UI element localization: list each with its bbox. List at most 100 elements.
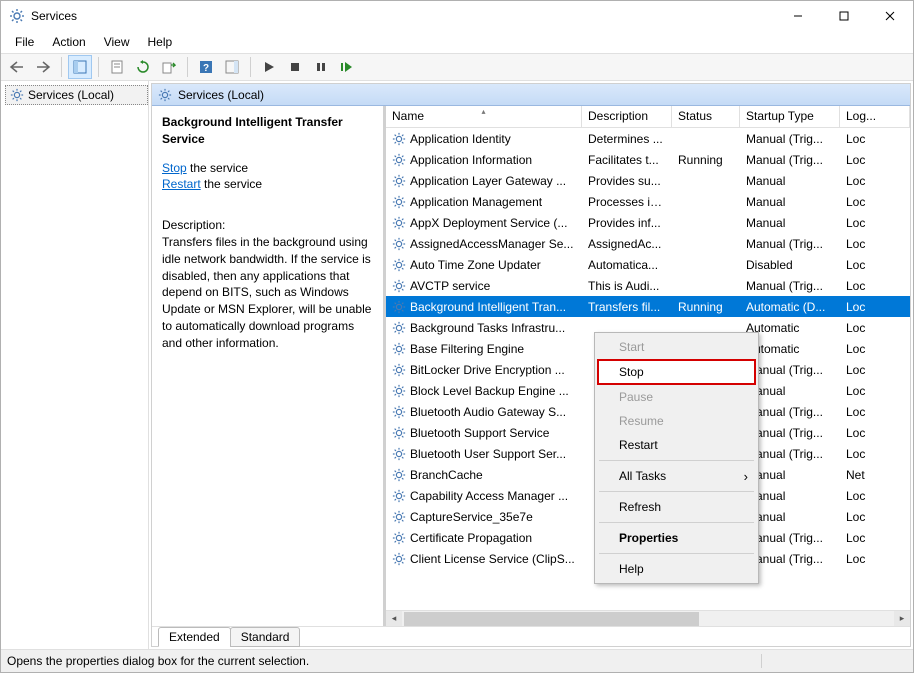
gear-icon (392, 531, 406, 545)
service-name: AppX Deployment Service (... (410, 216, 567, 230)
service-logon: Loc (840, 195, 910, 209)
context-menu-item-pause: Pause (597, 385, 756, 409)
service-logon: Loc (840, 510, 910, 524)
gear-icon (392, 300, 406, 314)
restart-service-button[interactable] (335, 55, 359, 79)
service-logon: Loc (840, 363, 910, 377)
main-header: Services (Local) (152, 84, 910, 106)
context-menu-item-properties[interactable]: Properties (597, 526, 756, 550)
help-button[interactable]: ? (194, 55, 218, 79)
service-startup-type: Manual (Trig... (740, 237, 840, 251)
tree-root[interactable]: Services (Local) (5, 85, 148, 105)
statusbar: Opens the properties dialog box for the … (1, 650, 913, 672)
start-service-button[interactable] (257, 55, 281, 79)
service-startup-type: Manual (Trig... (740, 153, 840, 167)
service-logon: Loc (840, 153, 910, 167)
service-logon: Loc (840, 426, 910, 440)
list-header: ▴Name Description Status Startup Type Lo… (386, 106, 910, 128)
column-status[interactable]: Status (672, 106, 740, 127)
service-startup-type: Automatic (D... (740, 300, 840, 314)
service-name: BranchCache (410, 468, 483, 482)
service-logon: Loc (840, 489, 910, 503)
close-button[interactable] (867, 1, 913, 31)
detail-pane: Background Intelligent Transfer Service … (152, 106, 386, 626)
maximize-button[interactable] (821, 1, 867, 31)
restart-link[interactable]: Restart (162, 177, 201, 191)
menu-action[interactable]: Action (44, 33, 93, 51)
service-row[interactable]: Application IdentityDetermines ...Manual… (386, 128, 910, 149)
column-startup-type[interactable]: Startup Type (740, 106, 840, 127)
gear-icon (392, 195, 406, 209)
pause-service-button[interactable] (309, 55, 333, 79)
context-menu-item-all-tasks[interactable]: All Tasks (597, 464, 756, 488)
service-logon: Loc (840, 216, 910, 230)
stop-service-button[interactable] (283, 55, 307, 79)
menu-file[interactable]: File (7, 33, 42, 51)
context-menu-item-refresh[interactable]: Refresh (597, 495, 756, 519)
service-name: BitLocker Drive Encryption ... (410, 363, 565, 377)
column-log-on-as[interactable]: Log... (840, 106, 910, 127)
back-button[interactable] (5, 55, 29, 79)
context-menu-item-help[interactable]: Help (597, 557, 756, 581)
scroll-right-button[interactable]: ▸ (894, 611, 910, 627)
stop-link[interactable]: Stop (162, 161, 187, 175)
service-name: Certificate Propagation (410, 531, 532, 545)
main-header-label: Services (Local) (178, 88, 264, 102)
app-icon (9, 8, 25, 24)
service-row[interactable]: Application InformationFacilitates t...R… (386, 149, 910, 170)
service-row[interactable]: Auto Time Zone UpdaterAutomatica...Disab… (386, 254, 910, 275)
toolbar-separator (187, 57, 188, 77)
service-name: Client License Service (ClipS... (410, 552, 575, 566)
service-name: Application Layer Gateway ... (410, 174, 566, 188)
service-name: Base Filtering Engine (410, 342, 524, 356)
tree-root-label: Services (Local) (28, 88, 114, 102)
export-button[interactable] (157, 55, 181, 79)
service-row[interactable]: Application ManagementProcesses in...Man… (386, 191, 910, 212)
stop-suffix: the service (187, 161, 248, 175)
service-name: Background Tasks Infrastru... (410, 321, 565, 335)
tab-standard[interactable]: Standard (230, 627, 301, 647)
context-menu-item-stop[interactable]: Stop (597, 359, 756, 385)
service-logon: Loc (840, 258, 910, 272)
toolbar-separator (61, 57, 62, 77)
service-startup-type: Manual (740, 216, 840, 230)
column-description[interactable]: Description (582, 106, 672, 127)
service-row[interactable]: AppX Deployment Service (...Provides inf… (386, 212, 910, 233)
service-name: Application Information (410, 153, 532, 167)
service-status: Running (672, 300, 740, 314)
service-row[interactable]: Background Intelligent Tran...Transfers … (386, 296, 910, 317)
show-hide-action-button[interactable] (220, 55, 244, 79)
properties-button[interactable] (105, 55, 129, 79)
restart-suffix: the service (201, 177, 262, 191)
service-row[interactable]: AssignedAccessManager Se...AssignedAc...… (386, 233, 910, 254)
minimize-button[interactable] (775, 1, 821, 31)
scroll-track[interactable] (402, 611, 894, 627)
refresh-button[interactable] (131, 55, 155, 79)
forward-button[interactable] (31, 55, 55, 79)
gear-icon (392, 426, 406, 440)
service-startup-type: Manual (740, 174, 840, 188)
column-name[interactable]: ▴Name (386, 106, 582, 127)
show-hide-tree-button[interactable] (68, 55, 92, 79)
gear-icon (392, 132, 406, 146)
tab-extended[interactable]: Extended (158, 627, 231, 647)
gear-icon (392, 279, 406, 293)
statusbar-text: Opens the properties dialog box for the … (1, 654, 762, 668)
service-row[interactable]: Application Layer Gateway ...Provides su… (386, 170, 910, 191)
menu-help[interactable]: Help (140, 33, 181, 51)
service-name: Background Intelligent Tran... (410, 300, 566, 314)
gear-icon (392, 258, 406, 272)
service-logon: Loc (840, 384, 910, 398)
toolbar-separator (98, 57, 99, 77)
scroll-left-button[interactable]: ◂ (386, 611, 402, 627)
service-description: Facilitates t... (582, 153, 672, 167)
service-row[interactable]: AVCTP serviceThis is Audi...Manual (Trig… (386, 275, 910, 296)
menu-view[interactable]: View (96, 33, 138, 51)
service-name: AVCTP service (410, 279, 490, 293)
gear-icon (392, 384, 406, 398)
horizontal-scrollbar[interactable]: ◂ ▸ (386, 610, 910, 626)
scroll-thumb[interactable] (404, 612, 699, 626)
context-menu-item-restart[interactable]: Restart (597, 433, 756, 457)
tree-pane: Services (Local) (1, 81, 149, 649)
service-name: Bluetooth Audio Gateway S... (410, 405, 566, 419)
